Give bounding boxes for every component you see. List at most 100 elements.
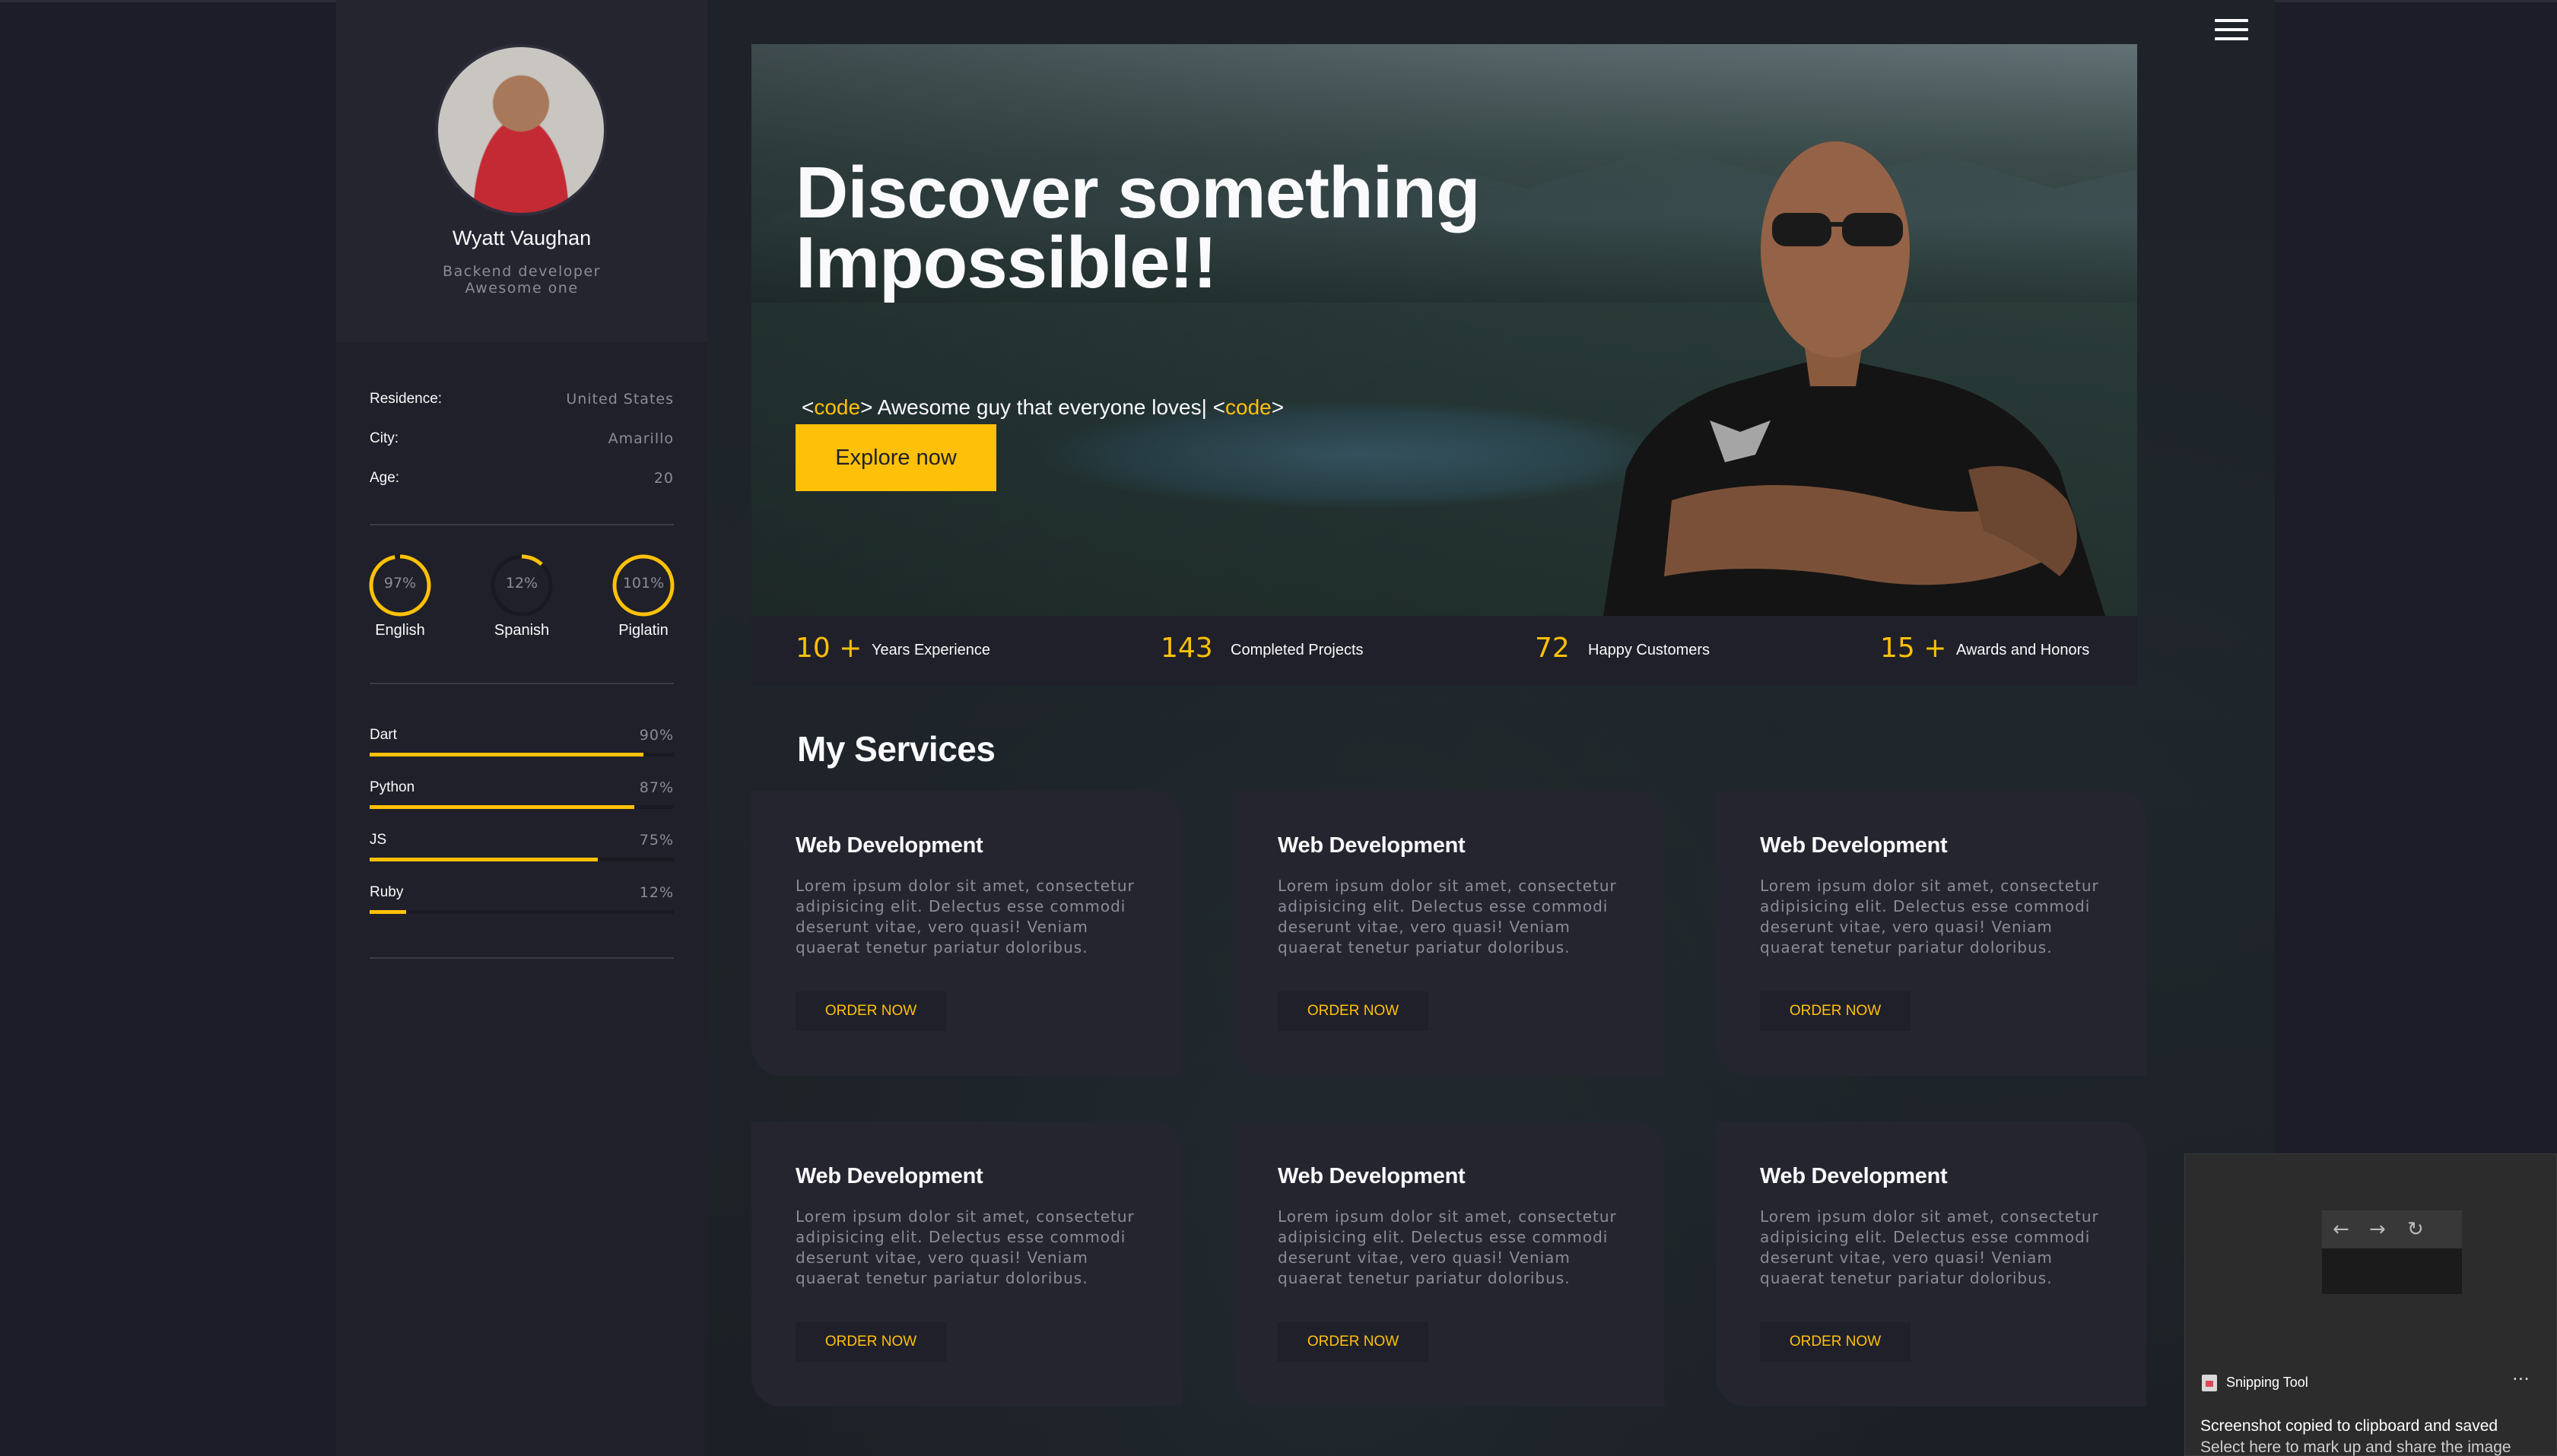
skill-ruby: Ruby 12% (370, 884, 674, 922)
order-now-button[interactable]: ORDER NOW (1760, 1322, 1911, 1362)
skill-percent: 87% (639, 779, 674, 796)
main-content[interactable]: Discover something Impossible!! <code> A… (707, 0, 2275, 1456)
counter-label: Awards and Honors (1956, 642, 2090, 658)
reload-icon: ↻ (2407, 1218, 2424, 1241)
counter-number: 15 + (1880, 633, 1947, 664)
service-card: Web Development Lorem ipsum dolor sit am… (1234, 1121, 1664, 1407)
info-label: City: (370, 430, 399, 446)
service-card: Web Development Lorem ipsum dolor sit am… (1234, 791, 1664, 1076)
skill-python: Python 87% (370, 779, 674, 817)
profile-role-line2: Awesome one (465, 280, 579, 297)
language-english: 97% English (354, 554, 446, 645)
skill-name: Python (370, 779, 415, 795)
info-row-residence: Residence: United States (370, 391, 674, 414)
hero-title-line2: Impossible!! (796, 222, 1217, 303)
skill-percent: 90% (639, 727, 674, 744)
language-percent: 101% (622, 575, 665, 592)
hero-subtitle: <code> Awesome guy that everyone loves| … (802, 395, 1284, 420)
code-bracket: > (1271, 395, 1285, 419)
code-bracket: < (1212, 395, 1226, 419)
skill-dart: Dart 90% (370, 727, 674, 765)
skill-bar-fill (370, 805, 634, 809)
skill-bar-track (370, 753, 674, 757)
language-percent: 97% (383, 575, 417, 592)
skill-bar-fill (370, 910, 406, 914)
info-value: Amarillo (608, 430, 674, 447)
code-tag: code (1225, 395, 1272, 419)
counter-label: Happy Customers (1588, 642, 1710, 658)
code-tag: code (814, 395, 861, 419)
divider (370, 524, 674, 525)
explore-now-button[interactable]: Explore now (796, 424, 996, 491)
service-card-description: Lorem ipsum dolor sit amet, consectetur … (1278, 877, 1617, 956)
hero-title-line1: Discover something (796, 152, 1481, 233)
hamburger-menu-icon[interactable] (2215, 19, 2248, 43)
skill-bar-track (370, 910, 674, 914)
profile-card: Wyatt Vaughan Backend developer Awesome … (336, 0, 707, 342)
skill-bar-track (370, 805, 674, 809)
order-now-button[interactable]: ORDER NOW (1760, 991, 1911, 1031)
hero-banner: Discover something Impossible!! <code> A… (751, 44, 2137, 616)
language-name: Piglatin (618, 622, 669, 639)
code-bracket: < (802, 395, 815, 419)
skill-name: JS (370, 832, 387, 848)
snipping-tool-icon (2202, 1375, 2217, 1391)
info-label: Age: (370, 470, 400, 486)
service-card-title: Web Development (1760, 1164, 1948, 1188)
skill-bar-fill (370, 753, 643, 757)
divider (370, 957, 674, 959)
skill-name: Dart (370, 727, 397, 743)
divider (370, 683, 674, 684)
thumbnail-browser-bar: ← → ↻ (2322, 1210, 2462, 1248)
info-label: Residence: (370, 391, 443, 407)
service-card-title: Web Development (1278, 833, 1466, 858)
counter-number: 72 (1535, 633, 1570, 664)
profile-name: Wyatt Vaughan (452, 227, 592, 249)
hero-subtitle-text: Awesome guy that everyone loves| (872, 395, 1213, 419)
toast-action-text[interactable]: Select here to mark up and share the ima… (2200, 1439, 2511, 1456)
info-row-city: City: Amarillo (370, 430, 674, 453)
order-now-button[interactable]: ORDER NOW (796, 991, 946, 1031)
services-title: My Services (797, 729, 996, 769)
counter-number: 143 (1161, 633, 1213, 664)
language-name: Spanish (494, 622, 550, 639)
info-value: 20 (653, 470, 674, 487)
counter-number: 10 + (796, 633, 862, 664)
service-card-description: Lorem ipsum dolor sit amet, consectetur … (796, 1207, 1135, 1287)
back-arrow-icon: ← (2333, 1218, 2349, 1241)
service-card-title: Web Development (1278, 1164, 1466, 1188)
info-value: United States (566, 391, 674, 408)
service-card-description: Lorem ipsum dolor sit amet, consectetur … (1760, 1207, 2099, 1287)
page-margin-left (0, 0, 336, 1456)
skill-percent: 75% (639, 832, 674, 849)
sidebar: Wyatt Vaughan Backend developer Awesome … (336, 0, 707, 1456)
skill-js: JS 75% (370, 832, 674, 870)
service-card: Web Development Lorem ipsum dolor sit am… (1716, 791, 2146, 1076)
hero-person-image (1603, 141, 2105, 616)
language-name: English (375, 622, 425, 639)
service-card-description: Lorem ipsum dolor sit amet, consectetur … (1760, 877, 2099, 956)
service-card-title: Web Development (796, 1164, 983, 1188)
service-card-title: Web Development (1760, 833, 1948, 858)
code-bracket: > (860, 395, 873, 419)
more-options-icon[interactable]: ··· (2512, 1369, 2530, 1390)
service-card: Web Development Lorem ipsum dolor sit am… (751, 791, 1182, 1076)
counter-label: Completed Projects (1231, 642, 1364, 658)
service-card-description: Lorem ipsum dolor sit amet, consectetur … (1278, 1207, 1617, 1287)
service-card: Web Development Lorem ipsum dolor sit am… (751, 1121, 1182, 1407)
profile-role-line1: Backend developer (443, 263, 601, 280)
order-now-button[interactable]: ORDER NOW (796, 1322, 946, 1362)
order-now-button[interactable]: ORDER NOW (1278, 991, 1428, 1031)
stats-bar: 10 + Years Experience 143 Completed Proj… (751, 616, 2137, 686)
avatar (435, 44, 607, 216)
service-card-description: Lorem ipsum dolor sit amet, consectetur … (796, 877, 1135, 956)
screenshot-thumbnail[interactable]: ← → ↻ (2322, 1210, 2462, 1294)
service-card: Web Development Lorem ipsum dolor sit am… (1716, 1121, 2146, 1407)
snipping-tool-notification[interactable]: ← → ↻ Snipping Tool ··· Screenshot copie… (2184, 1153, 2557, 1456)
language-spanish: 12% Spanish (476, 554, 567, 645)
toast-message: Screenshot copied to clipboard and saved (2200, 1417, 2498, 1435)
skill-bar-track (370, 858, 674, 861)
toast-app-name: Snipping Tool (2226, 1375, 2308, 1390)
profile-role: Backend developer Awesome one (336, 263, 707, 297)
order-now-button[interactable]: ORDER NOW (1278, 1322, 1428, 1362)
